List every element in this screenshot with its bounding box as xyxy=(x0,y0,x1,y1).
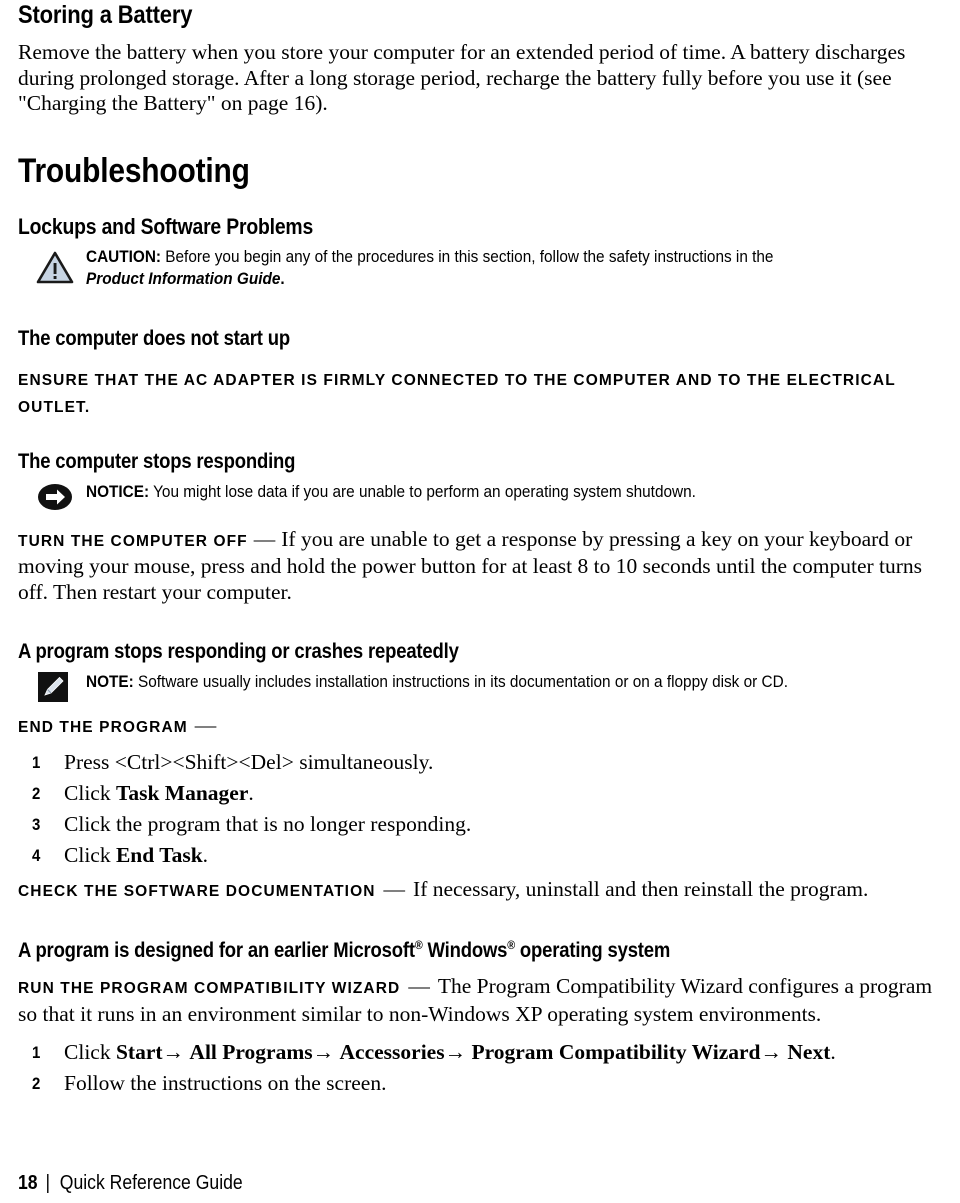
em-dash: — xyxy=(194,713,217,737)
caution-body: Before you begin any of the procedures i… xyxy=(165,247,774,266)
notice-body: You might lose data if you are unable to… xyxy=(153,482,696,501)
lead-in-turn-the-computer-off: Turn the computer off — If you are unable … xyxy=(18,527,942,606)
lead-in-text: Ensure that the AC adapter is firmly con… xyxy=(18,371,896,417)
menu-path-item: Next xyxy=(787,1040,831,1064)
list-item: 1 Click Start→ All Programs→ Accessories→… xyxy=(18,1037,942,1068)
heading-storing-a-battery: Storing a Battery xyxy=(18,1,193,29)
note-label: NOTE: xyxy=(86,673,134,691)
lead-in-run-program-compatibility-wizard: Run the Program Compatibility Wizard — The… xyxy=(18,974,942,1027)
heading-program-stops-responding: A program stops responding or crashes re… xyxy=(18,640,459,663)
paragraph-storing-a-battery: Remove the battery when you store your c… xyxy=(18,40,906,115)
note-pencil-icon xyxy=(38,672,68,702)
lead-in-check-software-documentation: Check the software documentation — If nece… xyxy=(18,877,942,905)
procedure-program-compatibility-wizard: 1 Click Start→ All Programs→ Accessories→… xyxy=(18,1037,942,1099)
list-item: 2 Click Task Manager. xyxy=(18,778,942,809)
heading-computer-stops-responding: The computer stops responding xyxy=(18,449,296,473)
lead-in-body: If necessary, uninstall and then reinsta… xyxy=(413,876,869,901)
notice-arrow-icon xyxy=(36,483,74,511)
list-item-number: 3 xyxy=(32,814,41,834)
note-body: Software usually includes installation i… xyxy=(138,673,788,691)
notice-label: NOTICE: xyxy=(86,482,150,501)
list-item-bold: Task Manager xyxy=(115,780,249,805)
list-item-prefix: Follow the instructions on the screen. xyxy=(64,1071,387,1095)
heading-part-1: A program is designed for an earlier Mic… xyxy=(18,939,415,962)
lead-in-text: Run the Program Compatibility Wizard xyxy=(18,980,401,997)
caution-italic-reference: Product Information Guide xyxy=(86,269,281,288)
note-text: NOTE: Software usually includes installa… xyxy=(86,671,960,693)
heading-lockups-and-software-problems: Lockups and Software Problems xyxy=(18,213,314,239)
list-item-text: Click xyxy=(64,842,116,867)
list-item-number: 4 xyxy=(32,845,41,865)
heading-computer-does-not-start-up: The computer does not start up xyxy=(18,326,290,350)
heading-part-2: Windows xyxy=(422,939,508,962)
lead-in-text: End the program xyxy=(18,719,188,736)
menu-arrow-icon: → xyxy=(312,1040,335,1064)
list-item-prefix: Click xyxy=(64,1040,116,1064)
footer-title: Quick Reference Guide xyxy=(59,1172,243,1194)
list-item-text: Press <Ctrl><Shift><Del> simultaneously. xyxy=(64,749,434,774)
menu-path-item: Start xyxy=(115,1040,163,1064)
list-item-suffix: . xyxy=(830,1040,836,1064)
lead-in-ensure-ac-adapter: Ensure that the AC adapter is firmly con… xyxy=(18,366,942,421)
caution-text: CAUTION: Before you begin any of the pro… xyxy=(86,246,960,290)
list-item-number: 2 xyxy=(32,1074,41,1093)
heading-part-3: operating system xyxy=(514,939,671,962)
menu-path-item: Accessories xyxy=(339,1040,445,1064)
menu-path-item: Program Compatibility Wizard xyxy=(471,1040,761,1064)
list-item-bold: End Task xyxy=(115,842,203,867)
list-item: 2 Follow the instructions on the screen. xyxy=(18,1068,942,1099)
heading-troubleshooting: Troubleshooting xyxy=(18,151,250,190)
footer-page-number: 18 xyxy=(18,1172,38,1194)
warning-triangle-icon xyxy=(36,250,74,284)
list-item-text: Click xyxy=(64,780,116,805)
registered-mark-2: ® xyxy=(507,938,515,952)
heading-earlier-windows-operating-system: A program is designed for an earlier Mic… xyxy=(18,938,831,964)
caution-label: CAUTION: xyxy=(86,247,162,266)
list-item-post: . xyxy=(248,780,254,805)
em-dash: — xyxy=(383,876,406,901)
lead-in-end-the-program: End the program — xyxy=(18,713,942,741)
page-footer: 18 | Quick Reference Guide xyxy=(18,1172,243,1195)
list-item-number: 1 xyxy=(32,1043,41,1062)
document-page: Storing a Battery Remove the battery whe… xyxy=(0,0,960,1203)
lead-in-text: Turn the computer off xyxy=(18,532,248,550)
list-item-post: . xyxy=(202,842,209,867)
list-item: 1 Press <Ctrl><Shift><Del> simultaneously… xyxy=(18,747,942,778)
footer-separator: | xyxy=(45,1172,51,1194)
em-dash: — xyxy=(253,526,276,551)
menu-arrow-icon: → xyxy=(162,1040,185,1064)
caution-block: CAUTION: Before you begin any of the pro… xyxy=(18,246,942,298)
procedure-end-the-program: 1 Press <Ctrl><Shift><Del> simultaneously… xyxy=(18,747,942,871)
note-block: NOTE: Software usually includes installa… xyxy=(18,671,942,703)
registered-mark-1: ® xyxy=(414,938,423,952)
list-item-text: Click the program that is no longer resp… xyxy=(64,811,472,836)
notice-text: NOTICE: You might lose data if you are u… xyxy=(86,481,960,503)
em-dash: — xyxy=(408,974,430,998)
list-item: 4 Click End Task. xyxy=(18,840,942,871)
list-item: 3 Click the program that is no longer res… xyxy=(18,809,942,840)
caution-trailing: . xyxy=(280,269,285,288)
menu-arrow-icon: → xyxy=(444,1040,467,1064)
list-item-number: 1 xyxy=(32,752,41,772)
lead-in-text: Check the software documentation xyxy=(18,882,376,900)
list-item-number: 2 xyxy=(32,783,41,803)
menu-arrow-icon: → xyxy=(760,1040,783,1064)
notice-block: NOTICE: You might lose data if you are u… xyxy=(18,481,942,513)
menu-path-item: All Programs xyxy=(189,1040,313,1064)
